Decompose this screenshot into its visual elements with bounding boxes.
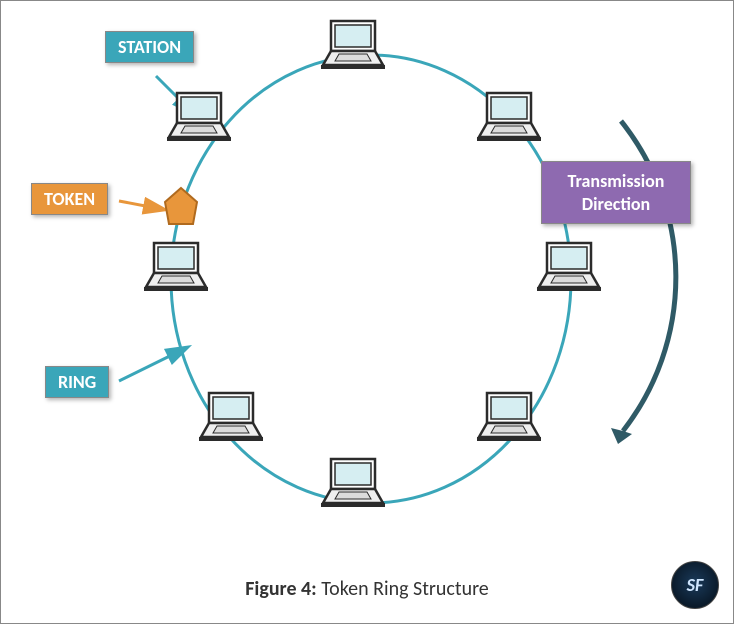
ring-pointer xyxy=(119,349,184,381)
sf-logo-text: SF xyxy=(687,574,704,596)
station-icon xyxy=(537,243,601,291)
transmission-arrowhead xyxy=(611,428,632,444)
token-label: TOKEN xyxy=(31,183,108,215)
stations-group xyxy=(144,21,601,507)
figure-caption: Figure 4: Token Ring Structure xyxy=(1,577,733,601)
station-icon xyxy=(477,93,541,141)
token-shape xyxy=(165,188,197,224)
transmission-label: Transmission Direction xyxy=(541,161,691,224)
station-icon xyxy=(144,243,208,291)
diagram-frame: STATION TOKEN RING Transmission Directio… xyxy=(0,0,734,624)
token-pointer xyxy=(119,201,161,209)
station-icon xyxy=(321,21,385,69)
station-icon xyxy=(199,393,263,441)
station-label: STATION xyxy=(105,31,194,63)
transmission-label-line1: Transmission xyxy=(556,170,676,193)
figure-caption-text: Token Ring Structure xyxy=(317,577,489,601)
transmission-label-line2: Direction xyxy=(556,193,676,216)
ring-label: RING xyxy=(45,366,109,398)
station-icon xyxy=(477,393,541,441)
figure-caption-prefix: Figure 4: xyxy=(245,577,316,601)
sf-logo: SF xyxy=(671,561,719,609)
diagram-svg xyxy=(1,1,734,625)
station-icon xyxy=(167,93,231,141)
station-icon xyxy=(321,459,385,507)
